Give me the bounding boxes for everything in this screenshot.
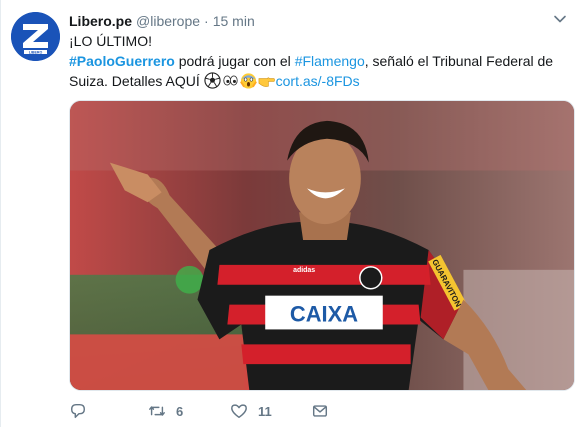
tweet-photo[interactable]: CAIXA GUARAVITON adidas [69, 100, 575, 391]
reply-button[interactable] [69, 401, 97, 421]
tweet-text-segment: podrá jugar con el [174, 53, 295, 69]
tweet-text-line-3: Suiza. Detalles AQUÍ cort.as/-8FDs [69, 71, 565, 91]
tweet-header: Libero.pe @liberope · 15 min [69, 11, 255, 31]
soccer-ball-emoji [204, 72, 221, 89]
tweet-text-line-2: #PaoloGuerrero podrá jugar con el #Flame… [69, 51, 565, 71]
short-link[interactable]: cort.as/-8FDs [276, 73, 360, 89]
tweet-actions: 6 11 [69, 401, 549, 423]
pointing-right-emoji [258, 77, 275, 87]
tweet-text-segment: Suiza. Detalles AQUÍ [69, 73, 204, 89]
tweet-card[interactable]: LIBERO Libero.pe @liberope · 15 min ¡LO ÚLT… [0, 0, 580, 427]
reply-icon [70, 403, 86, 419]
tweet-text: ¡LO ÚLTIMO! #PaoloGuerrero podrá jugar c… [69, 31, 565, 91]
tweet-text-segment: , señaló el Tribunal Federal de [364, 53, 554, 69]
separator-dot: · [204, 13, 209, 29]
eyes-emoji [222, 75, 238, 86]
envelope-icon [312, 405, 328, 417]
brand-text: adidas [293, 267, 315, 274]
chevron-down-icon[interactable] [552, 11, 568, 27]
svg-text:LIBERO: LIBERO [29, 50, 43, 54]
hashtag-flamengo[interactable]: #Flamengo [295, 53, 365, 69]
retweet-icon [149, 406, 165, 416]
screaming-face-emoji [239, 73, 257, 89]
hashtag-paolo-guerrero[interactable]: #PaoloGuerrero [69, 53, 175, 69]
footballer-celebrating-photo: CAIXA GUARAVITON adidas [70, 101, 574, 390]
user-handle[interactable]: @liberope [136, 13, 200, 29]
retweet-button[interactable]: 6 [148, 401, 183, 421]
jersey-sponsor-text: CAIXA [290, 302, 358, 327]
retweet-count: 6 [176, 403, 184, 419]
libero-logo-icon: LIBERO [11, 12, 60, 61]
tweet-text-line-1: ¡LO ÚLTIMO! [69, 33, 152, 49]
like-count: 11 [258, 403, 272, 419]
direct-message-button[interactable] [311, 401, 329, 421]
display-name[interactable]: Libero.pe [69, 13, 132, 29]
heart-icon [231, 404, 247, 419]
like-button[interactable]: 11 [230, 401, 272, 421]
avatar[interactable]: LIBERO [11, 12, 60, 61]
tweet-timestamp[interactable]: 15 min [213, 13, 255, 29]
